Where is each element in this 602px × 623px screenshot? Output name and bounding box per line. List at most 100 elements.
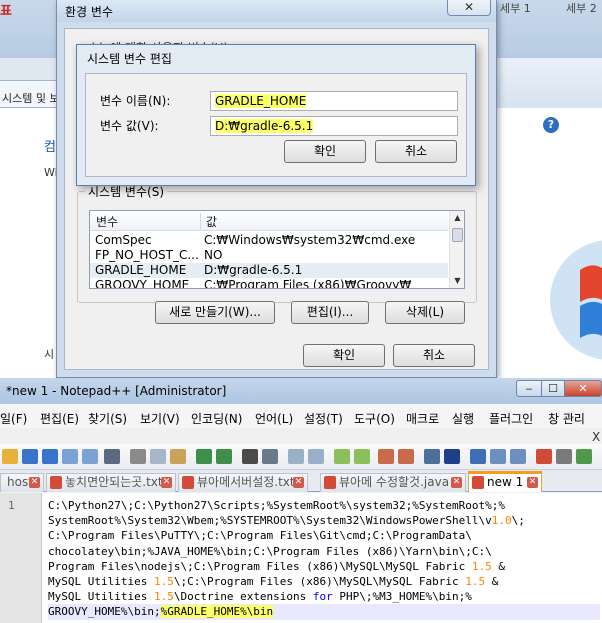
code-line[interactable]: chocolatey\bin;%JAVA_HOME%\bin;C:\Progra… [48, 544, 600, 559]
close-file-icon[interactable] [62, 449, 78, 464]
background-tab-2[interactable]: 세부 2 [566, 0, 597, 15]
menu-file[interactable]: 일(F) [0, 410, 27, 427]
stop-macro-icon[interactable] [556, 449, 572, 464]
redo-icon[interactable] [216, 449, 232, 464]
menu-encoding[interactable]: 인코딩(N) [191, 410, 242, 427]
menu-settings[interactable]: 설정(T) [304, 410, 343, 427]
tab-close-icon[interactable]: ✕ [451, 477, 462, 488]
notepad-plus-plus-window: *new 1 - Notepad++ [Administrator] ‒ ☐ ✕… [0, 378, 602, 623]
tab-file[interactable]: 놓치면안되는곳.txt ✕ [46, 473, 176, 492]
file-modified-icon [182, 476, 194, 489]
paste-icon[interactable] [170, 449, 186, 464]
menu-search[interactable]: 찾기(S) [88, 410, 127, 427]
env-cancel-button[interactable]: 취소 [393, 344, 475, 367]
menu-tools[interactable]: 도구(O) [354, 410, 395, 427]
edit-dialog-client: 변수 이름(N): 변수 값(V): GRADLE_HOME D:₩gradle… [85, 73, 467, 177]
menu-run[interactable]: 실행 [452, 410, 474, 427]
find-icon[interactable] [242, 449, 258, 464]
edit-ok-button[interactable]: 확인 [284, 140, 366, 163]
menu-language[interactable]: 언어(L) [255, 410, 293, 427]
folder-workspace-icon[interactable] [510, 449, 526, 464]
tab-close-icon[interactable]: ✕ [293, 477, 304, 488]
indent-guide-icon[interactable] [424, 449, 440, 464]
env-dialog-close-button[interactable]: ✕ [447, 0, 491, 16]
cut-icon[interactable] [130, 449, 146, 464]
code-line[interactable]: SystemRoot%\System32\Wbem;%SYSTEMROOT%\S… [48, 513, 600, 528]
zoom-out-icon[interactable] [308, 449, 324, 464]
save-all-icon[interactable] [42, 449, 58, 464]
scroll-down-arrow-icon[interactable]: ▼ [450, 274, 464, 288]
function-list-icon[interactable] [490, 449, 506, 464]
tab-hosts[interactable]: hosts ✕ [0, 473, 44, 492]
record-macro-icon[interactable] [536, 449, 552, 464]
word-wrap-icon[interactable] [378, 449, 394, 464]
variable-value-input[interactable]: D:₩gradle-6.5.1 [210, 116, 458, 136]
delete-variable-button[interactable]: 삭제(L) [385, 301, 465, 324]
print-icon[interactable] [104, 449, 120, 464]
show-all-chars-icon[interactable] [398, 449, 414, 464]
code-line[interactable]: MySQL Utilities 1.5\;C:\Program Files (x… [48, 574, 600, 589]
scroll-up-arrow-icon[interactable]: ▲ [450, 211, 464, 225]
menu-plugins[interactable]: 플러그인 [489, 410, 533, 427]
zoom-in-icon[interactable] [288, 449, 304, 464]
column-header-variable[interactable]: 변수 [96, 213, 118, 230]
minimize-button[interactable]: ‒ [516, 380, 542, 397]
table-row-selected[interactable]: GRADLE_HOME D:₩gradle-6.5.1 [90, 263, 448, 278]
menu-view[interactable]: 보기(V) [140, 410, 180, 427]
variable-name-input[interactable]: GRADLE_HOME [210, 91, 458, 111]
row-variable-name: GROOVY_HOME [95, 278, 190, 289]
menu-bar: 일(F) 편집(E) 찾기(S) 보기(V) 인코딩(N) 언어(L) 설정(T… [0, 404, 602, 428]
close-button[interactable]: ✕ [564, 380, 602, 397]
sync-scroll-h-icon[interactable] [354, 449, 370, 464]
save-icon[interactable] [22, 449, 38, 464]
play-macro-icon[interactable] [576, 449, 592, 464]
close-document-icon[interactable]: X [592, 430, 600, 444]
new-variable-button[interactable]: 새로 만들기(W)... [155, 301, 275, 324]
editor-area[interactable]: 1 C:\Python27\;C:\Python27\Scripts;%Syst… [0, 493, 602, 623]
code-line[interactable]: Program Files\nodejs\;C:\Program Files (… [48, 559, 600, 574]
tab-label: new 1 [487, 475, 524, 489]
column-header-value[interactable]: 값 [206, 213, 217, 230]
code-line[interactable]: MySQL Utilities 1.5\Doctrine extensions … [48, 589, 600, 604]
system-variables-table[interactable]: 변수 값 ComSpec C:₩Windows₩system32₩cmd.exe… [89, 210, 465, 289]
help-icon[interactable]: ? [543, 117, 559, 133]
background-label: 시 [44, 348, 55, 361]
scroll-thumb[interactable] [452, 228, 463, 242]
background-tab-1[interactable]: 세부 1 [500, 0, 531, 15]
edit-cancel-button[interactable]: 취소 [375, 140, 457, 163]
tab-close-icon[interactable]: ✕ [29, 477, 40, 488]
replace-icon[interactable] [262, 449, 278, 464]
sync-scroll-v-icon[interactable] [334, 449, 350, 464]
tab-new-1[interactable]: new 1 ✕ [468, 471, 542, 492]
code-line[interactable]: C:\Program Files\PuTTY\;C:\Program Files… [48, 528, 600, 543]
tab-file[interactable]: 뷰아메서버설정.txt ✕ [178, 473, 308, 492]
doc-map-icon[interactable] [470, 449, 486, 464]
table-scrollbar[interactable]: ▲ ▼ [449, 211, 464, 288]
background-right-header [497, 58, 602, 108]
menu-edit[interactable]: 편집(E) [40, 410, 79, 427]
env-ok-button[interactable]: 확인 [303, 344, 385, 367]
tab-close-icon[interactable]: ✕ [161, 477, 172, 488]
env-dialog-titlebar[interactable]: 환경 변수 ✕ [57, 0, 496, 22]
column-divider[interactable] [200, 213, 201, 229]
notepad-titlebar[interactable]: *new 1 - Notepad++ [Administrator] ‒ ☐ ✕ [0, 378, 602, 404]
tab-close-icon[interactable]: ✕ [527, 477, 538, 488]
menu-macro[interactable]: 매크로 [406, 410, 439, 427]
tab-file[interactable]: 뷰아메 수정할것.java ✕ [320, 473, 466, 492]
table-row[interactable]: GROOVY_HOME C:₩Program Files (x86)₩Groov… [90, 278, 448, 289]
menu-window[interactable]: 창 관리 [548, 410, 585, 427]
close-all-icon[interactable] [82, 449, 98, 464]
table-row[interactable]: ComSpec C:₩Windows₩system32₩cmd.exe [90, 233, 448, 248]
open-icon[interactable] [2, 449, 18, 464]
code-text[interactable]: C:\Python27\;C:\Python27\Scripts;%System… [48, 498, 600, 620]
edit-variable-button[interactable]: 편집(I)... [291, 301, 369, 324]
undo-icon[interactable] [196, 449, 212, 464]
maximize-button[interactable]: ☐ [541, 380, 565, 397]
table-row[interactable]: FP_NO_HOST_C... NO [90, 248, 448, 263]
toolbar [0, 444, 602, 470]
code-line[interactable]: GROOVY_HOME%\bin;%GRADLE_HOME%\bin [48, 604, 600, 620]
background-brand-fragment: 표 [0, 4, 12, 19]
copy-icon[interactable] [150, 449, 166, 464]
pilcrow-icon[interactable] [444, 449, 460, 464]
code-line[interactable]: C:\Python27\;C:\Python27\Scripts;%System… [48, 498, 600, 513]
